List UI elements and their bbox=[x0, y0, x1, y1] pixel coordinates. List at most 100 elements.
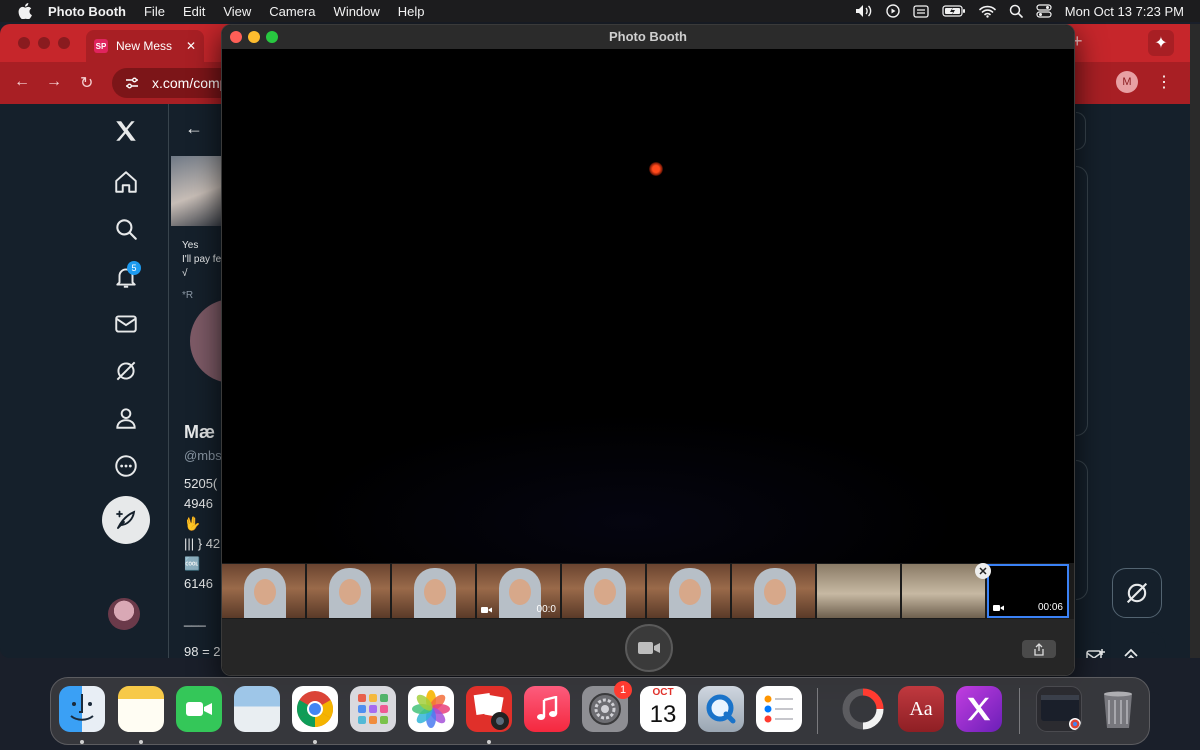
notes-icon[interactable] bbox=[118, 686, 164, 732]
delete-thumbnail-icon[interactable]: ✕ bbox=[975, 563, 991, 579]
photo-booth-title-bar[interactable]: Photo Booth bbox=[222, 25, 1074, 49]
quicktime-icon[interactable] bbox=[698, 686, 744, 732]
finder-icon[interactable] bbox=[59, 686, 105, 732]
volume-icon[interactable] bbox=[855, 4, 873, 18]
photo-booth-running-indicator bbox=[487, 740, 491, 744]
reminders-icon[interactable] bbox=[756, 686, 802, 732]
minimized-window-thumbnail[interactable] bbox=[1036, 686, 1082, 732]
activity-monitor-icon[interactable] bbox=[840, 686, 886, 732]
dock: 1 OCT 13 Aa bbox=[50, 677, 1150, 745]
menu-camera[interactable]: Camera bbox=[269, 4, 315, 19]
music-icon[interactable] bbox=[524, 686, 570, 732]
profile-name: Mæ bbox=[184, 422, 215, 442]
menu-edit[interactable]: Edit bbox=[183, 4, 205, 19]
dictionary-icon[interactable]: Aa bbox=[898, 686, 944, 732]
preview-icon[interactable] bbox=[234, 686, 280, 732]
feather-quill-icon bbox=[116, 510, 136, 529]
battery-icon[interactable] bbox=[942, 5, 966, 17]
share-button[interactable] bbox=[1022, 640, 1056, 658]
new-message-icon[interactable] bbox=[1086, 648, 1106, 658]
profile-person-icon[interactable] bbox=[113, 405, 139, 431]
record-video-button[interactable] bbox=[625, 624, 673, 672]
now-playing-icon[interactable] bbox=[886, 4, 900, 18]
menu-app-name[interactable]: Photo Booth bbox=[48, 4, 126, 19]
profile-bio-line: 🖖 bbox=[184, 516, 201, 531]
thumbnail-selected[interactable]: 00:06 bbox=[987, 564, 1069, 618]
sidebar-card bbox=[1076, 460, 1088, 600]
thumbnail-list: 00:0 00:06 bbox=[222, 564, 1069, 618]
calendar-month: OCT bbox=[640, 686, 686, 700]
search-field-edge[interactable] bbox=[1076, 112, 1086, 150]
spotlight-search-icon[interactable] bbox=[1009, 4, 1023, 18]
browser-zoom-button[interactable] bbox=[58, 37, 70, 49]
menu-view[interactable]: View bbox=[223, 4, 251, 19]
menu-help[interactable]: Help bbox=[398, 4, 425, 19]
reload-icon[interactable]: ↻ bbox=[80, 73, 93, 93]
search-icon[interactable] bbox=[113, 216, 139, 242]
browser-menu-icon[interactable]: ⋮ bbox=[1156, 72, 1172, 92]
chrome-icon[interactable] bbox=[292, 686, 338, 732]
more-options-icon[interactable] bbox=[113, 453, 139, 479]
browser-tab[interactable]: SP New Mess ✕ bbox=[86, 30, 204, 62]
photos-icon[interactable] bbox=[408, 686, 454, 732]
profile-handle: @mbs bbox=[184, 448, 222, 463]
menubar-clock[interactable]: Mon Oct 13 7:23 PM bbox=[1065, 4, 1184, 19]
grok-floating-button[interactable] bbox=[1112, 568, 1162, 618]
launchpad-grid-icon bbox=[358, 694, 388, 724]
profile-bio-line: ||| } 42 bbox=[184, 536, 221, 551]
keyboard-icon[interactable] bbox=[913, 4, 929, 18]
back-arrow-icon[interactable]: ← bbox=[14, 73, 30, 91]
grok-icon[interactable] bbox=[113, 358, 139, 384]
photo-booth-app-icon bbox=[473, 692, 509, 730]
browser-minimize-button[interactable] bbox=[38, 37, 50, 49]
launchpad-icon[interactable] bbox=[350, 686, 396, 732]
thumbnail[interactable] bbox=[647, 564, 730, 618]
x-logo-icon[interactable] bbox=[113, 118, 139, 144]
gemini-icon[interactable]: ✦ bbox=[1148, 30, 1174, 56]
site-settings-icon[interactable] bbox=[124, 75, 140, 91]
thumbnail[interactable] bbox=[562, 564, 645, 618]
facetime-icon[interactable] bbox=[176, 686, 222, 732]
thumbnail[interactable]: 00:0 bbox=[477, 564, 560, 618]
account-avatar[interactable] bbox=[108, 598, 140, 630]
forward-arrow-icon[interactable]: → bbox=[46, 73, 62, 91]
tab-close-icon[interactable]: ✕ bbox=[186, 39, 196, 53]
home-icon[interactable] bbox=[113, 169, 139, 195]
browser-close-button[interactable] bbox=[18, 37, 30, 49]
wifi-icon[interactable] bbox=[978, 5, 996, 18]
messages-envelope-icon[interactable] bbox=[113, 311, 139, 337]
dock-separator bbox=[1019, 688, 1020, 734]
chevron-up-icon[interactable] bbox=[1122, 648, 1140, 658]
share-icon bbox=[1034, 642, 1044, 656]
compose-post-button[interactable] bbox=[102, 496, 150, 544]
control-center-icon[interactable] bbox=[1036, 4, 1052, 18]
tab-title: New Mess bbox=[116, 39, 173, 53]
thumbnail[interactable] bbox=[902, 564, 985, 618]
x-sidebar: 5 bbox=[0, 104, 168, 658]
thumbnail[interactable] bbox=[732, 564, 815, 618]
menu-file[interactable]: File bbox=[144, 4, 165, 19]
video-camera-icon bbox=[481, 607, 492, 613]
window-title: Photo Booth bbox=[609, 29, 687, 44]
photo-booth-icon[interactable] bbox=[466, 686, 512, 732]
profile-bio-line: 98 = 2 bbox=[184, 644, 221, 658]
apple-menu-icon[interactable] bbox=[16, 3, 34, 19]
menu-bar: Photo Booth File Edit View Camera Window… bbox=[0, 0, 1200, 22]
trash-icon[interactable] bbox=[1095, 686, 1141, 732]
profile-avatar[interactable]: M bbox=[1116, 71, 1138, 93]
back-arrow-icon[interactable]: ← bbox=[185, 118, 203, 139]
thumbnail[interactable] bbox=[307, 564, 390, 618]
music-note-icon bbox=[537, 696, 558, 720]
thumbnail[interactable] bbox=[817, 564, 900, 618]
profile-photo[interactable] bbox=[187, 296, 222, 386]
menu-window[interactable]: Window bbox=[334, 4, 380, 19]
thumbnail[interactable] bbox=[222, 564, 305, 618]
calendar-icon[interactable]: OCT 13 bbox=[640, 686, 686, 732]
post-image[interactable] bbox=[171, 156, 221, 226]
notes-running-indicator bbox=[139, 740, 143, 744]
thumbnail[interactable] bbox=[392, 564, 475, 618]
profile-bio-line: 5205( bbox=[184, 476, 218, 491]
dock-separator bbox=[817, 688, 818, 734]
x-app-icon[interactable] bbox=[956, 686, 1002, 732]
messages-drawer[interactable] bbox=[1076, 632, 1166, 658]
